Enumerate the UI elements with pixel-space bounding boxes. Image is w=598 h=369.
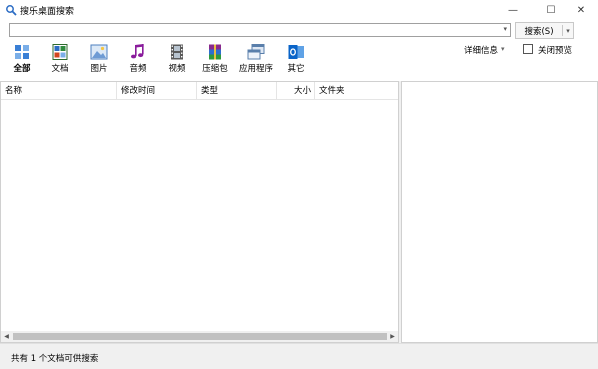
- maximize-button[interactable]: ☐: [534, 0, 568, 20]
- list-header: 名称 修改时间 类型 大小 文件夹: [1, 82, 398, 100]
- search-button-label[interactable]: 搜索(S): [516, 25, 562, 37]
- column-header-name[interactable]: 名称: [1, 82, 117, 100]
- minimize-button[interactable]: —: [496, 0, 530, 20]
- outlook-icon: [288, 45, 304, 59]
- all-grid-icon: [15, 45, 29, 59]
- document-icon: [52, 44, 68, 60]
- category-other-label: 其它: [287, 64, 305, 74]
- search-input[interactable]: ▾: [9, 23, 511, 37]
- column-header-folder[interactable]: 文件夹: [315, 82, 398, 100]
- category-apps[interactable]: 应用程序: [238, 44, 274, 74]
- results-list[interactable]: 名称 修改时间 类型 大小 文件夹 ◀ ▶: [0, 81, 399, 343]
- archive-icon: [209, 44, 221, 60]
- preview-pane: [401, 81, 598, 343]
- category-archive[interactable]: 压缩包: [197, 44, 233, 74]
- film-icon: [171, 44, 183, 60]
- window-title: 搜乐桌面搜索: [20, 7, 75, 17]
- search-button[interactable]: 搜索(S) ▾: [515, 22, 574, 39]
- category-all[interactable]: 全部: [4, 44, 40, 74]
- scrollbar-thumb[interactable]: [13, 333, 387, 340]
- category-all-label: 全部: [13, 64, 31, 74]
- status-bar: 共有 1 个文档可供搜索: [0, 343, 598, 369]
- toolbar: ▾ 搜索(S) ▾ 全部 文档 图片 音频 视频 压缩包 应用程序 其它 详细信…: [0, 20, 598, 81]
- application-icon: [247, 44, 265, 60]
- column-header-type[interactable]: 类型: [197, 82, 277, 100]
- close-preview-checkbox[interactable]: [523, 44, 533, 54]
- horizontal-scrollbar[interactable]: ◀ ▶: [1, 331, 398, 342]
- category-music[interactable]: 音频: [120, 44, 156, 74]
- category-video-label: 视频: [168, 64, 186, 74]
- music-note-icon: [131, 44, 144, 59]
- search-icon: [6, 5, 17, 16]
- category-video[interactable]: 视频: [159, 44, 195, 74]
- column-header-size[interactable]: 大小: [277, 82, 315, 100]
- category-images-label: 图片: [90, 64, 108, 74]
- close-preview-label[interactable]: 关闭预览: [538, 44, 572, 56]
- category-music-label: 音频: [129, 64, 147, 74]
- category-archive-label: 压缩包: [202, 64, 228, 74]
- title-bar: 搜乐桌面搜索 — ☐ ✕: [0, 0, 598, 20]
- detail-view-chevron-icon[interactable]: ▾: [501, 45, 505, 53]
- scroll-left-icon[interactable]: ◀: [1, 331, 12, 342]
- category-docs[interactable]: 文档: [42, 44, 78, 74]
- column-header-modified[interactable]: 修改时间: [117, 82, 197, 100]
- search-options-chevron-icon[interactable]: ▾: [563, 27, 573, 35]
- category-other[interactable]: 其它: [278, 44, 314, 74]
- close-button[interactable]: ✕: [564, 0, 598, 20]
- category-apps-label: 应用程序: [238, 64, 273, 74]
- category-docs-label: 文档: [51, 64, 69, 74]
- search-history-dropdown-icon[interactable]: ▾: [503, 25, 507, 33]
- status-text: 共有 1 个文档可供搜索: [11, 354, 99, 364]
- category-images[interactable]: 图片: [81, 44, 117, 74]
- scroll-right-icon[interactable]: ▶: [387, 331, 398, 342]
- picture-icon: [90, 44, 108, 60]
- detail-view-dropdown[interactable]: 详细信息: [464, 44, 498, 56]
